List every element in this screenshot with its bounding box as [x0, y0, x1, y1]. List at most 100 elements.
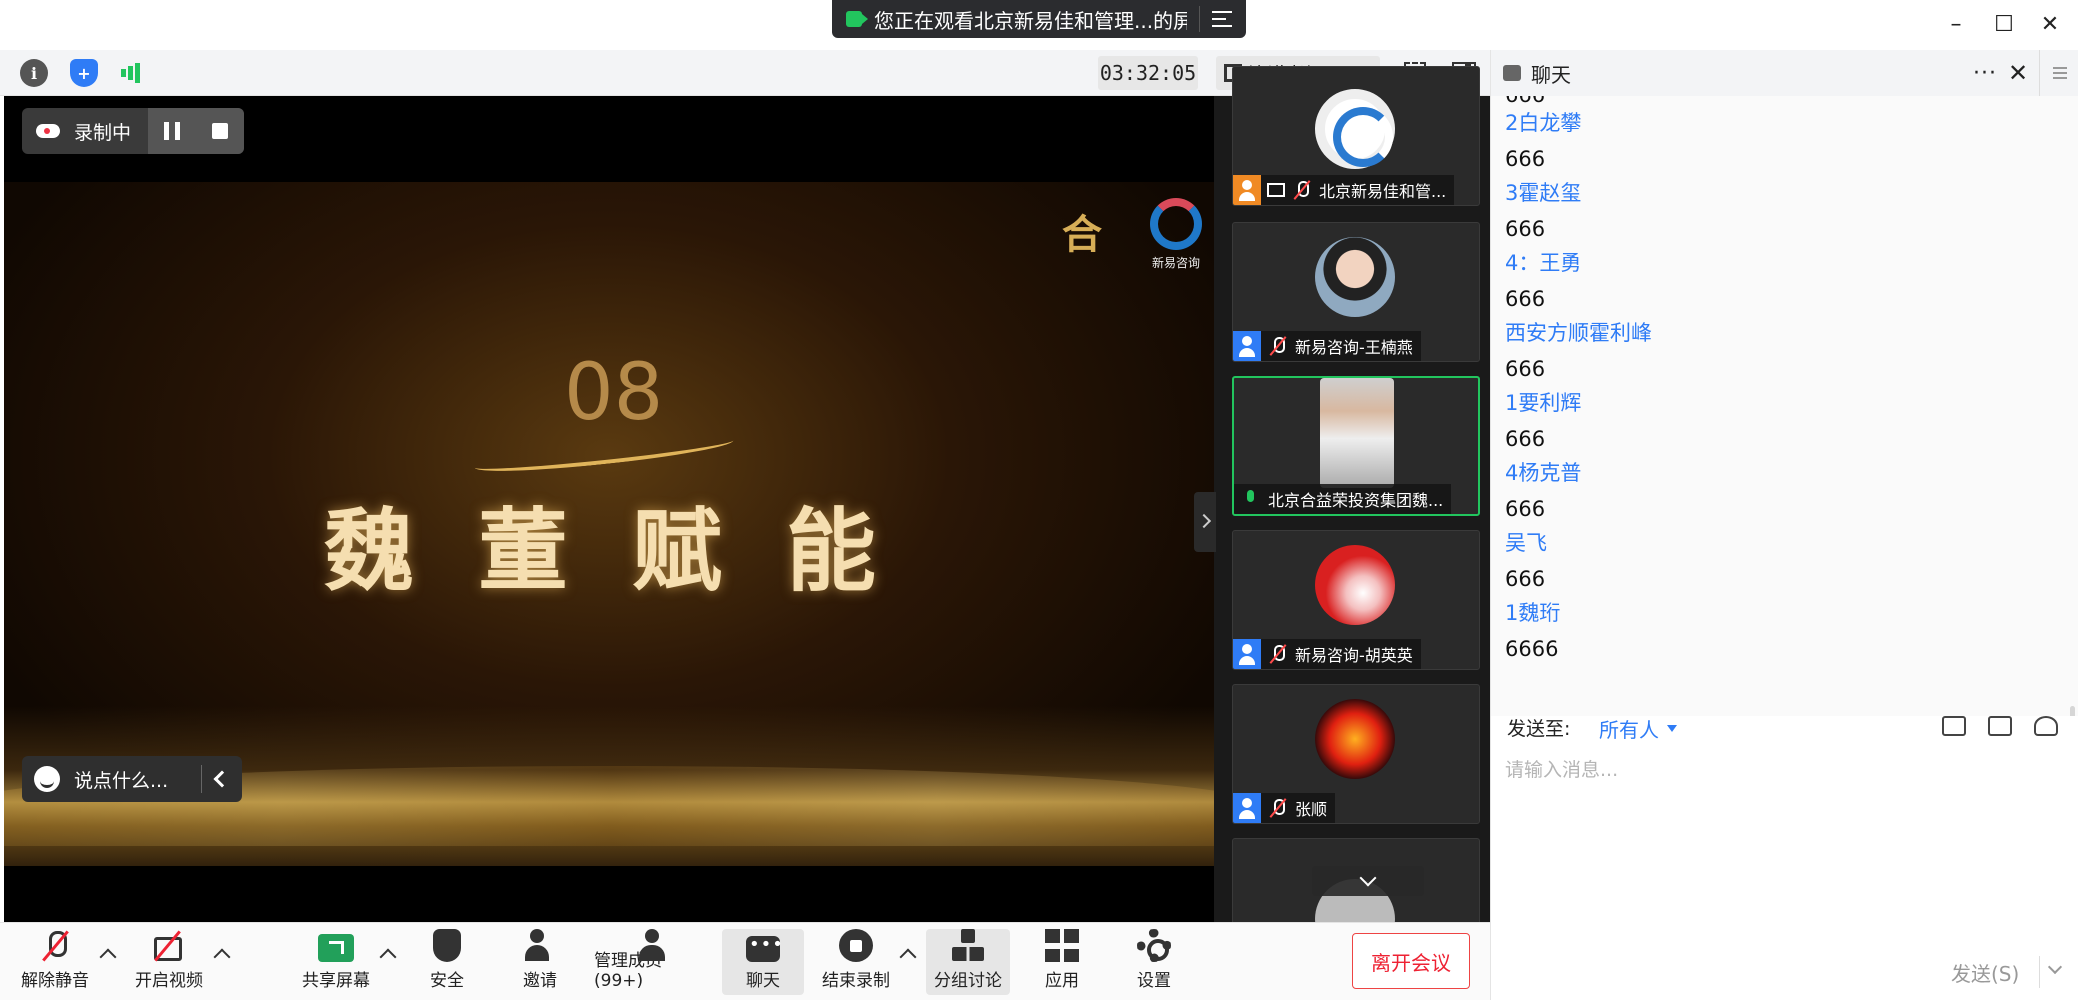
- send-to-label: 发送至:: [1507, 718, 1571, 740]
- send-button[interactable]: 发送(S): [1951, 958, 2019, 987]
- apps-button[interactable]: 应用: [1044, 929, 1080, 995]
- more-options-icon[interactable]: ···: [1973, 61, 1997, 86]
- gear-icon: [1137, 929, 1171, 962]
- gallery-scroll-down-button[interactable]: [1312, 866, 1424, 896]
- shield-icon[interactable]: +: [70, 59, 98, 87]
- chat-message-sender[interactable]: 吴飞: [1505, 528, 1547, 558]
- unmute-button[interactable]: 解除静音: [18, 929, 92, 995]
- participant-tile-active-speaker[interactable]: 北京合益荣投资集团魏...: [1232, 376, 1480, 516]
- emoji-icon[interactable]: [34, 766, 60, 792]
- minimize-button[interactable]: –: [1936, 8, 1976, 40]
- chat-message-text: 6666: [1505, 637, 1559, 661]
- avatar: [1315, 237, 1395, 317]
- avatar: [1315, 545, 1395, 625]
- chat-message-sender[interactable]: 3霍赵玺: [1505, 178, 1581, 208]
- chevron-left-icon[interactable]: [213, 770, 231, 788]
- meeting-controls-bar: 解除静音 开启视频 共享屏幕 安全 邀请 管理成员(99+) 聊天: [0, 922, 1490, 1000]
- close-chat-icon[interactable]: ✕: [2003, 59, 2033, 87]
- chat-message-sender[interactable]: 1要利辉: [1505, 388, 1581, 418]
- start-video-button[interactable]: 开启视频: [130, 929, 208, 995]
- screen-share-banner[interactable]: 您正在观看北京新易佳和管理...的屏幕: [832, 0, 1246, 38]
- chat-message-sender[interactable]: 4：王勇: [1505, 248, 1581, 278]
- breakout-rooms-button[interactable]: 分组讨论: [926, 929, 1010, 995]
- end-recording-button[interactable]: 结束录制: [822, 929, 890, 995]
- mic-muted-icon: [1267, 797, 1289, 819]
- participant-tile[interactable]: 张顺: [1232, 684, 1480, 824]
- logo-left-glyph: 合: [1062, 212, 1102, 258]
- chat-button[interactable]: 聊天: [722, 929, 804, 995]
- stop-icon[interactable]: [212, 123, 228, 139]
- participant-name: 张顺: [1295, 800, 1328, 819]
- chat-message-sender[interactable]: 4杨克普: [1505, 458, 1581, 488]
- participant-tile[interactable]: 北京新易佳和管...: [1232, 66, 1480, 206]
- menu-icon[interactable]: [2039, 50, 2078, 96]
- chat-panel: 聊天 ··· ✕ 666 2白龙攀 666 3霍赵玺 666 4：王勇 666 …: [1490, 50, 2078, 1000]
- quick-chat-bar[interactable]: 说点什么...: [22, 756, 242, 802]
- members-icon: [635, 929, 669, 961]
- audio-options-chevron-up-icon[interactable]: [99, 948, 117, 966]
- quick-chat-placeholder[interactable]: 说点什么...: [74, 766, 168, 793]
- chat-title: 聊天: [1531, 62, 1571, 87]
- network-signal-icon[interactable]: [116, 59, 144, 87]
- list-icon[interactable]: [1212, 11, 1232, 27]
- close-window-button[interactable]: ✕: [2030, 8, 2070, 40]
- participant-gallery: 北京新易佳和管... 新易咨询-王楠燕 北京合益荣投资集团魏... 新易咨询-胡…: [1228, 66, 1480, 978]
- mic-muted-icon: [1267, 335, 1289, 357]
- chat-message-sender[interactable]: 2白龙攀: [1505, 108, 1581, 138]
- share-banner-text: 您正在观看北京新易佳和管理...的屏幕: [874, 8, 1187, 33]
- meeting-window: 您正在观看北京新易佳和管理...的屏幕 – ☐ ✕ i + 03:32:05 演…: [0, 0, 2078, 1000]
- shared-screen-area: 录制中 合 新易咨询 08 魏董赋能 说点什么...: [4, 96, 1216, 922]
- video-options-chevron-up-icon[interactable]: [213, 948, 231, 966]
- invite-button[interactable]: 邀请: [520, 929, 560, 995]
- info-icon[interactable]: i: [20, 59, 48, 87]
- manage-members-button[interactable]: 管理成员(99+): [594, 929, 710, 995]
- chat-message-list[interactable]: 666 2白龙攀 666 3霍赵玺 666 4：王勇 666 西安方顺霍利峰 6…: [1491, 96, 2078, 716]
- recipient-dropdown[interactable]: 所有人: [1599, 714, 1677, 743]
- chat-tools: [1942, 716, 2058, 736]
- leave-meeting-button[interactable]: 离开会议: [1352, 933, 1470, 989]
- share-screen-button[interactable]: 共享屏幕: [300, 929, 372, 995]
- apps-grid-icon: [1045, 929, 1079, 962]
- recording-controls: [148, 108, 244, 154]
- send-options-chevron-down-icon[interactable]: [2039, 956, 2071, 988]
- end-recording-label: 结束录制: [822, 971, 890, 991]
- apps-label: 应用: [1045, 971, 1079, 991]
- chat-message-sender[interactable]: 西安方顺霍利峰: [1505, 318, 1652, 348]
- participant-name: 北京新易佳和管...: [1319, 182, 1447, 201]
- host-person-icon: [1233, 175, 1261, 205]
- chat-message-sender[interactable]: 1魏珩: [1505, 598, 1560, 628]
- chat-message-text: 666: [1505, 147, 1546, 171]
- recording-options-chevron-up-icon[interactable]: [899, 948, 917, 966]
- avatar: [1315, 699, 1395, 779]
- participant-name-bar: 新易咨询-胡英英: [1233, 639, 1421, 669]
- company-logo-right: 新易咨询: [1146, 198, 1206, 278]
- collapse-gallery-tab[interactable]: [1194, 492, 1216, 552]
- participant-tile[interactable]: 新易咨询-王楠燕: [1232, 222, 1480, 362]
- avatar: [1315, 89, 1395, 169]
- maximize-button[interactable]: ☐: [1984, 8, 2024, 40]
- quick-chat-divider: [201, 765, 202, 793]
- security-button[interactable]: 安全: [426, 929, 468, 995]
- mic-muted-icon: [1267, 643, 1289, 665]
- chat-message-text: 666: [1505, 357, 1546, 381]
- announcement-icon[interactable]: [1988, 716, 2012, 736]
- chat-scrollbar[interactable]: [2070, 706, 2075, 716]
- participant-name: 新易咨询-胡英英: [1295, 646, 1413, 665]
- video-camera-icon: [846, 11, 868, 27]
- settings-button[interactable]: 设置: [1136, 929, 1172, 995]
- recording-label: 录制中: [74, 121, 132, 144]
- folder-icon[interactable]: [1942, 716, 1966, 736]
- pause-icon[interactable]: [164, 122, 180, 140]
- share-screen-icon: [318, 934, 354, 962]
- company-logo-left: 合: [1054, 202, 1110, 282]
- caret-down-icon: [1667, 725, 1677, 732]
- share-options-chevron-up-icon[interactable]: [379, 948, 397, 966]
- participant-name-bar: 新易咨询-王楠燕: [1233, 331, 1421, 361]
- user-select-icon[interactable]: [2034, 716, 2058, 736]
- mic-active-icon: [1240, 488, 1262, 510]
- participant-tile[interactable]: 新易咨询-胡英英: [1232, 530, 1480, 670]
- person-icon: [1233, 793, 1261, 823]
- screen-share-icon: [1267, 183, 1285, 197]
- breakout-rooms-icon: [951, 929, 985, 962]
- chat-message-input[interactable]: [1505, 750, 2065, 790]
